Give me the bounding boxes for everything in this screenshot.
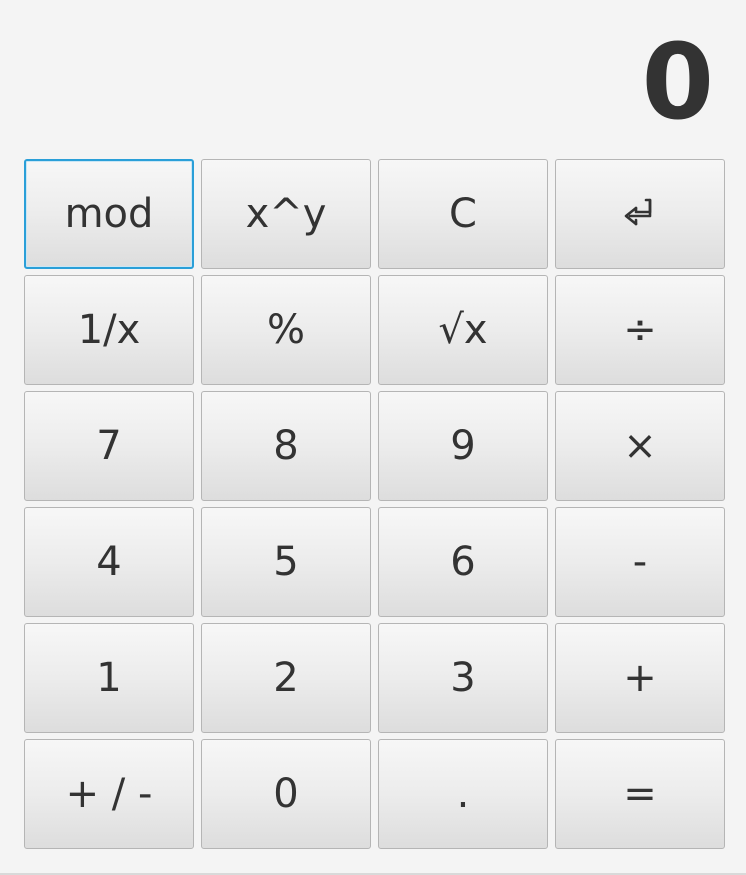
equals-button-label: = <box>623 771 657 817</box>
power-button[interactable]: x^y <box>201 159 371 269</box>
clear-button[interactable]: C <box>378 159 548 269</box>
clear-button-label: C <box>449 191 477 237</box>
result-display: 0 <box>24 22 714 142</box>
percent-button[interactable]: % <box>201 275 371 385</box>
square-root-button[interactable]: √x <box>378 275 548 385</box>
negate-button-label: + / - <box>65 771 153 817</box>
decimal-button[interactable]: . <box>378 739 548 849</box>
add-button[interactable]: + <box>555 623 725 733</box>
reciprocal-button-label: 1/x <box>77 307 141 353</box>
digit-2-label: 2 <box>273 655 299 701</box>
mod-button[interactable]: mod <box>24 159 194 269</box>
multiply-button[interactable]: × <box>555 391 725 501</box>
subtract-button-label: - <box>632 539 648 585</box>
reciprocal-button[interactable]: 1/x <box>24 275 194 385</box>
digit-0-button[interactable]: 0 <box>201 739 371 849</box>
digit-7-button[interactable]: 7 <box>24 391 194 501</box>
digit-7-label: 7 <box>96 423 122 469</box>
digit-2-button[interactable]: 2 <box>201 623 371 733</box>
add-button-label: + <box>623 655 657 701</box>
digit-3-button[interactable]: 3 <box>378 623 548 733</box>
digit-6-label: 6 <box>450 539 476 585</box>
digit-9-label: 9 <box>450 423 476 469</box>
backspace-button[interactable] <box>555 159 725 269</box>
digit-0-label: 0 <box>273 771 299 817</box>
display-value: 0 <box>641 21 714 143</box>
return-arrow-icon <box>620 196 660 232</box>
digit-6-button[interactable]: 6 <box>378 507 548 617</box>
digit-8-label: 8 <box>273 423 299 469</box>
divide-button-label: ÷ <box>623 307 657 353</box>
mod-button-label: mod <box>64 191 154 237</box>
digit-5-label: 5 <box>273 539 299 585</box>
divide-button[interactable]: ÷ <box>555 275 725 385</box>
equals-button[interactable]: = <box>555 739 725 849</box>
digit-4-label: 4 <box>96 539 122 585</box>
keypad: mod x^y C 1/x % √x ÷ 7 8 9 × 4 5 6 - 1 2… <box>24 159 725 849</box>
negate-button[interactable]: + / - <box>24 739 194 849</box>
subtract-button[interactable]: - <box>555 507 725 617</box>
power-button-label: x^y <box>245 191 327 237</box>
square-root-button-label: √x <box>438 307 488 353</box>
multiply-button-label: × <box>623 423 657 469</box>
digit-5-button[interactable]: 5 <box>201 507 371 617</box>
digit-1-button[interactable]: 1 <box>24 623 194 733</box>
decimal-button-label: . <box>456 771 470 817</box>
percent-button-label: % <box>266 307 305 353</box>
digit-9-button[interactable]: 9 <box>378 391 548 501</box>
digit-3-label: 3 <box>450 655 476 701</box>
digit-8-button[interactable]: 8 <box>201 391 371 501</box>
digit-1-label: 1 <box>96 655 122 701</box>
digit-4-button[interactable]: 4 <box>24 507 194 617</box>
